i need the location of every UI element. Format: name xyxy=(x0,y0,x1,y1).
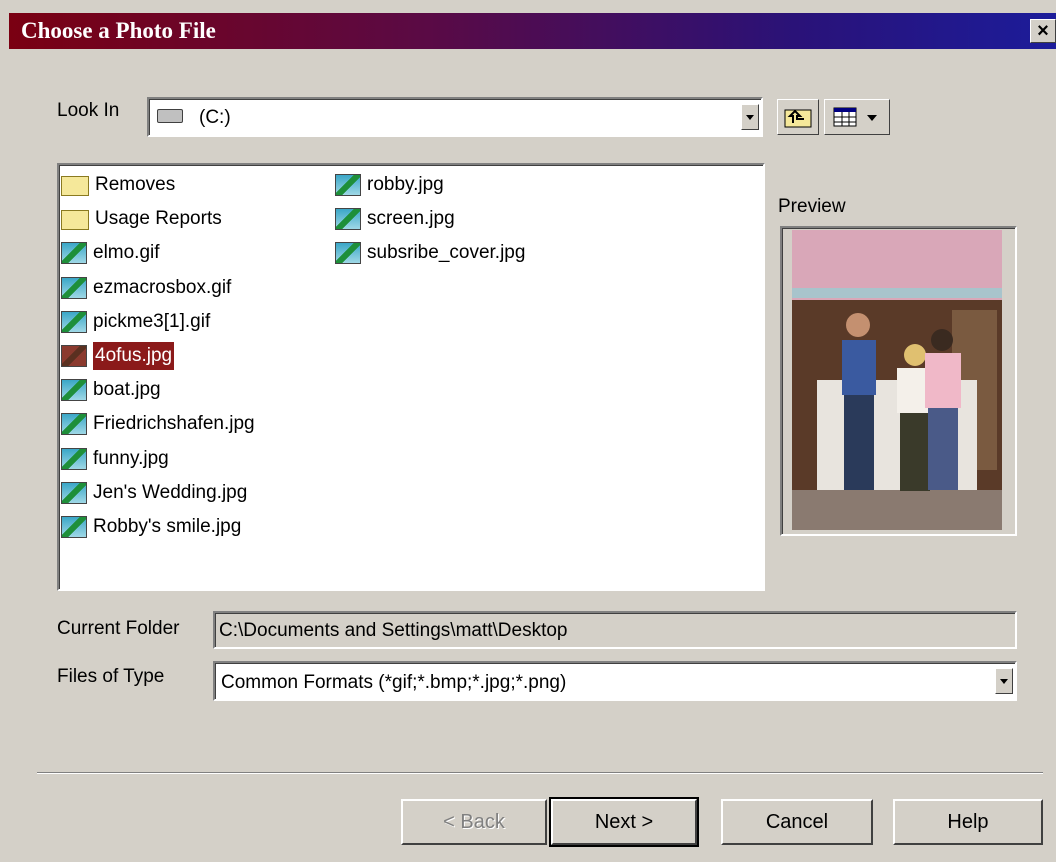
image-file-icon xyxy=(61,516,87,538)
title-bar[interactable]: Choose a Photo File × xyxy=(9,13,1056,49)
next-button[interactable]: Next > xyxy=(549,797,699,847)
file-list-item[interactable]: funny.jpg xyxy=(61,445,169,473)
file-name: pickme3[1].gif xyxy=(93,310,211,332)
file-name: screen.jpg xyxy=(367,208,455,230)
up-one-level-button[interactable] xyxy=(777,99,819,135)
file-name: Jen's Wedding.jpg xyxy=(93,481,248,503)
file-name: Removes xyxy=(95,174,176,195)
current-folder-label: Current Folder xyxy=(57,618,180,639)
look-in-label: Look In xyxy=(57,100,120,121)
file-list-item[interactable]: boat.jpg xyxy=(61,376,161,404)
file-list-item[interactable]: Jen's Wedding.jpg xyxy=(61,479,247,507)
file-name: Robby's smile.jpg xyxy=(93,516,242,537)
file-list-item[interactable]: subsribe_cover.jpg xyxy=(335,239,525,267)
look-in-select[interactable]: (C:) xyxy=(147,97,763,137)
preview-frame xyxy=(780,226,1017,536)
folder-icon xyxy=(61,176,89,196)
file-list-item[interactable]: pickme3[1].gif xyxy=(61,308,210,336)
files-of-type-dropdown-button[interactable] xyxy=(995,668,1013,694)
file-list-item[interactable]: ezmacrosbox.gif xyxy=(61,274,231,302)
file-list-item[interactable]: Usage Reports xyxy=(61,205,222,233)
image-file-icon xyxy=(61,310,87,333)
window-title: Choose a Photo File xyxy=(21,18,216,43)
file-list-item[interactable]: Friedrichshafen.jpg xyxy=(61,410,255,438)
image-file-icon xyxy=(61,345,87,367)
up-folder-icon xyxy=(784,109,812,128)
file-name: 4ofus.jpg xyxy=(91,341,176,371)
file-name: Usage Reports xyxy=(95,208,222,230)
file-list-item[interactable]: robby.jpg xyxy=(335,171,444,199)
help-button[interactable]: Help xyxy=(893,799,1043,845)
file-list-item[interactable]: screen.jpg xyxy=(335,205,455,233)
image-file-icon xyxy=(61,413,87,436)
file-name: ezmacrosbox.gif xyxy=(93,276,232,298)
folder-icon xyxy=(61,210,89,231)
files-of-type-value: Common Formats (*gif;*.bmp;*.jpg;*.png) xyxy=(221,672,567,693)
view-menu-button[interactable] xyxy=(824,99,890,135)
file-name: boat.jpg xyxy=(93,379,161,401)
file-name: subsribe_cover.jpg xyxy=(367,242,526,264)
image-file-icon xyxy=(61,276,87,299)
cancel-button[interactable]: Cancel xyxy=(721,799,873,845)
files-of-type-select[interactable]: Common Formats (*gif;*.bmp;*.jpg;*.png) xyxy=(213,661,1017,701)
details-view-icon xyxy=(833,107,857,127)
file-list-item[interactable]: 4ofus.jpg xyxy=(61,341,176,371)
file-name: funny.jpg xyxy=(93,447,169,469)
image-file-icon xyxy=(335,208,361,231)
file-list[interactable]: Removes Usage Reports elmo.gif ezmacrosbox.… xyxy=(57,163,765,591)
file-list-item[interactable]: Robby's smile.jpg xyxy=(61,513,241,541)
current-folder-field: C:\Documents and Settings\matt\Desktop xyxy=(213,611,1017,649)
file-list-item[interactable]: Removes xyxy=(61,171,175,199)
look-in-dropdown-button[interactable] xyxy=(741,104,759,130)
image-file-icon xyxy=(335,242,361,265)
image-file-icon xyxy=(61,481,87,504)
current-folder-value: C:\Documents and Settings\matt\Desktop xyxy=(219,620,568,641)
files-of-type-label: Files of Type xyxy=(57,666,165,687)
chevron-down-icon xyxy=(867,115,877,121)
back-button[interactable]: < Back xyxy=(401,799,547,845)
image-file-icon xyxy=(61,379,87,402)
separator xyxy=(37,772,1043,774)
drive-icon xyxy=(157,109,183,123)
image-file-icon xyxy=(61,447,87,470)
look-in-value: (C:) xyxy=(199,107,231,128)
close-button[interactable]: × xyxy=(1030,19,1056,43)
file-list-item[interactable]: elmo.gif xyxy=(61,239,160,267)
file-name: elmo.gif xyxy=(93,242,160,264)
file-name: robby.jpg xyxy=(367,174,444,195)
photo-preview xyxy=(792,230,1002,530)
image-file-icon xyxy=(335,174,361,196)
file-name: Friedrichshafen.jpg xyxy=(93,413,255,435)
image-file-icon xyxy=(61,242,87,265)
preview-label: Preview xyxy=(778,196,846,217)
